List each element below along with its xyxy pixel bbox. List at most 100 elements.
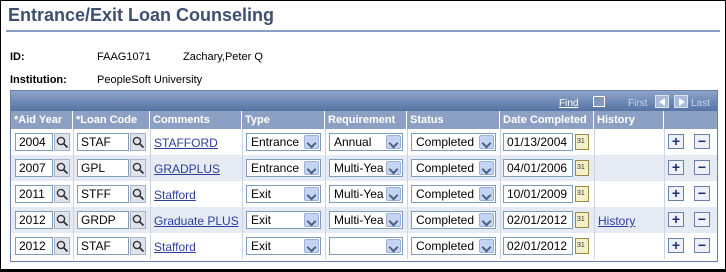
date-completed-input[interactable]: 01/13/2004 bbox=[503, 133, 573, 151]
add-row-button[interactable]: + bbox=[668, 160, 684, 175]
chevron-down-icon[interactable] bbox=[479, 161, 494, 175]
type-select[interactable]: Entrance bbox=[246, 133, 321, 151]
chevron-down-icon[interactable] bbox=[304, 135, 319, 149]
requirement-select[interactable]: Multi-Yea bbox=[329, 185, 403, 203]
column-divider bbox=[500, 155, 501, 181]
loan-code-lookup-icon[interactable] bbox=[130, 211, 146, 229]
comments-link[interactable]: GRADPLUS bbox=[154, 162, 220, 176]
date-completed-input[interactable]: 02/01/2012 bbox=[503, 237, 573, 255]
view-all-icon[interactable] bbox=[593, 96, 605, 107]
previous-arrow-icon[interactable] bbox=[655, 95, 669, 108]
chevron-down-icon[interactable] bbox=[386, 213, 401, 227]
chevron-down-icon[interactable] bbox=[304, 239, 319, 253]
column-header-actions bbox=[664, 111, 717, 129]
comments-link[interactable]: Graduate PLUS bbox=[154, 214, 239, 228]
add-row-button[interactable]: + bbox=[668, 238, 684, 253]
loan-code-lookup-icon[interactable] bbox=[130, 159, 146, 177]
chevron-down-icon[interactable] bbox=[386, 161, 401, 175]
type-select[interactable]: Exit bbox=[246, 211, 321, 229]
column-divider bbox=[73, 181, 74, 207]
comments-link[interactable]: Stafford bbox=[154, 188, 196, 202]
chevron-down-icon[interactable] bbox=[479, 187, 494, 201]
aid-year-lookup-icon[interactable] bbox=[54, 237, 70, 255]
comments-link[interactable]: Stafford bbox=[154, 240, 196, 254]
status-select[interactable]: Completed bbox=[411, 159, 496, 177]
chevron-down-icon[interactable] bbox=[479, 135, 494, 149]
status-select[interactable]: Completed bbox=[411, 133, 496, 151]
chevron-down-icon[interactable] bbox=[386, 239, 401, 253]
calendar-icon[interactable] bbox=[575, 212, 589, 228]
column-divider bbox=[664, 129, 665, 155]
column-divider bbox=[150, 207, 151, 233]
status-select[interactable]: Completed bbox=[411, 211, 496, 229]
aid-year-lookup-icon[interactable] bbox=[54, 211, 70, 229]
status-select[interactable]: Completed bbox=[411, 185, 496, 203]
chevron-down-icon[interactable] bbox=[304, 161, 319, 175]
loan-code-input[interactable]: GRDP bbox=[77, 211, 129, 229]
chevron-down-icon[interactable] bbox=[479, 239, 494, 253]
column-divider bbox=[242, 207, 243, 233]
date-completed-input[interactable]: 04/01/2006 bbox=[503, 159, 573, 177]
aid-year-lookup-icon[interactable] bbox=[54, 133, 70, 151]
column-divider bbox=[664, 155, 665, 181]
delete-row-button[interactable]: − bbox=[694, 238, 710, 253]
loan-code-lookup-icon[interactable] bbox=[130, 133, 146, 151]
add-row-button[interactable]: + bbox=[668, 212, 684, 227]
requirement-select[interactable]: Multi-Yea bbox=[329, 211, 403, 229]
type-select[interactable]: Exit bbox=[246, 237, 321, 255]
chevron-down-icon[interactable] bbox=[479, 213, 494, 227]
column-divider bbox=[150, 181, 151, 207]
type-select[interactable]: Exit bbox=[246, 185, 321, 203]
delete-row-button[interactable]: − bbox=[694, 134, 710, 149]
next-arrow-icon[interactable] bbox=[674, 95, 688, 108]
calendar-icon[interactable] bbox=[575, 160, 589, 176]
aid-year-input[interactable]: 2007 bbox=[15, 159, 53, 177]
delete-row-button[interactable]: − bbox=[694, 212, 710, 227]
grid-navigation-bar: Find First Last bbox=[11, 91, 717, 111]
status-select[interactable]: Completed bbox=[411, 237, 496, 255]
aid-year-input[interactable]: 2012 bbox=[15, 237, 53, 255]
requirement-select[interactable]: Annual bbox=[329, 133, 403, 151]
type-select-value: Exit bbox=[251, 213, 272, 227]
chevron-down-icon[interactable] bbox=[386, 135, 401, 149]
requirement-select[interactable]: Multi-Yea bbox=[329, 159, 403, 177]
delete-row-button[interactable]: − bbox=[694, 160, 710, 175]
status-select-value: Completed bbox=[416, 161, 475, 175]
loan-code-lookup-icon[interactable] bbox=[130, 185, 146, 203]
requirement-select-value: Annual bbox=[334, 135, 372, 149]
date-completed-input[interactable]: 02/01/2012 bbox=[503, 211, 573, 229]
loan-code-input[interactable]: STFF bbox=[77, 185, 129, 203]
column-divider bbox=[407, 181, 408, 207]
column-divider bbox=[242, 181, 243, 207]
column-divider bbox=[594, 233, 595, 259]
comments-link[interactable]: STAFFORD bbox=[154, 136, 218, 150]
status-select-value: Completed bbox=[416, 213, 475, 227]
loan-code-lookup-icon[interactable] bbox=[130, 237, 146, 255]
chevron-down-icon[interactable] bbox=[304, 187, 319, 201]
chevron-down-icon[interactable] bbox=[386, 187, 401, 201]
aid-year-lookup-icon[interactable] bbox=[54, 159, 70, 177]
type-select[interactable]: Entrance bbox=[246, 159, 321, 177]
aid-year-input[interactable]: 2012 bbox=[15, 211, 53, 229]
aid-year-input[interactable]: 2004 bbox=[15, 133, 53, 151]
aid-year-input[interactable]: 2011 bbox=[15, 185, 53, 203]
aid-year-lookup-icon[interactable] bbox=[54, 185, 70, 203]
date-completed-input[interactable]: 10/01/2009 bbox=[503, 185, 573, 203]
table-row: 2012 GRDP Graduate PLUS Exit Multi-Yea Comple… bbox=[11, 207, 717, 233]
status-select-value: Completed bbox=[416, 135, 475, 149]
history-link[interactable]: History bbox=[598, 214, 635, 228]
column-divider bbox=[594, 129, 595, 155]
calendar-icon[interactable] bbox=[575, 134, 589, 150]
chevron-down-icon[interactable] bbox=[304, 213, 319, 227]
requirement-select[interactable] bbox=[329, 237, 403, 255]
calendar-icon[interactable] bbox=[575, 238, 589, 254]
loan-code-input[interactable]: GPL bbox=[77, 159, 129, 177]
calendar-icon[interactable] bbox=[575, 186, 589, 202]
add-row-button[interactable]: + bbox=[668, 186, 684, 201]
add-row-button[interactable]: + bbox=[668, 134, 684, 149]
column-header-date-completed: Date Completed bbox=[500, 111, 594, 129]
delete-row-button[interactable]: − bbox=[694, 186, 710, 201]
find-link[interactable]: Find bbox=[559, 98, 578, 109]
loan-code-input[interactable]: STAF bbox=[77, 237, 129, 255]
loan-code-input[interactable]: STAF bbox=[77, 133, 129, 151]
